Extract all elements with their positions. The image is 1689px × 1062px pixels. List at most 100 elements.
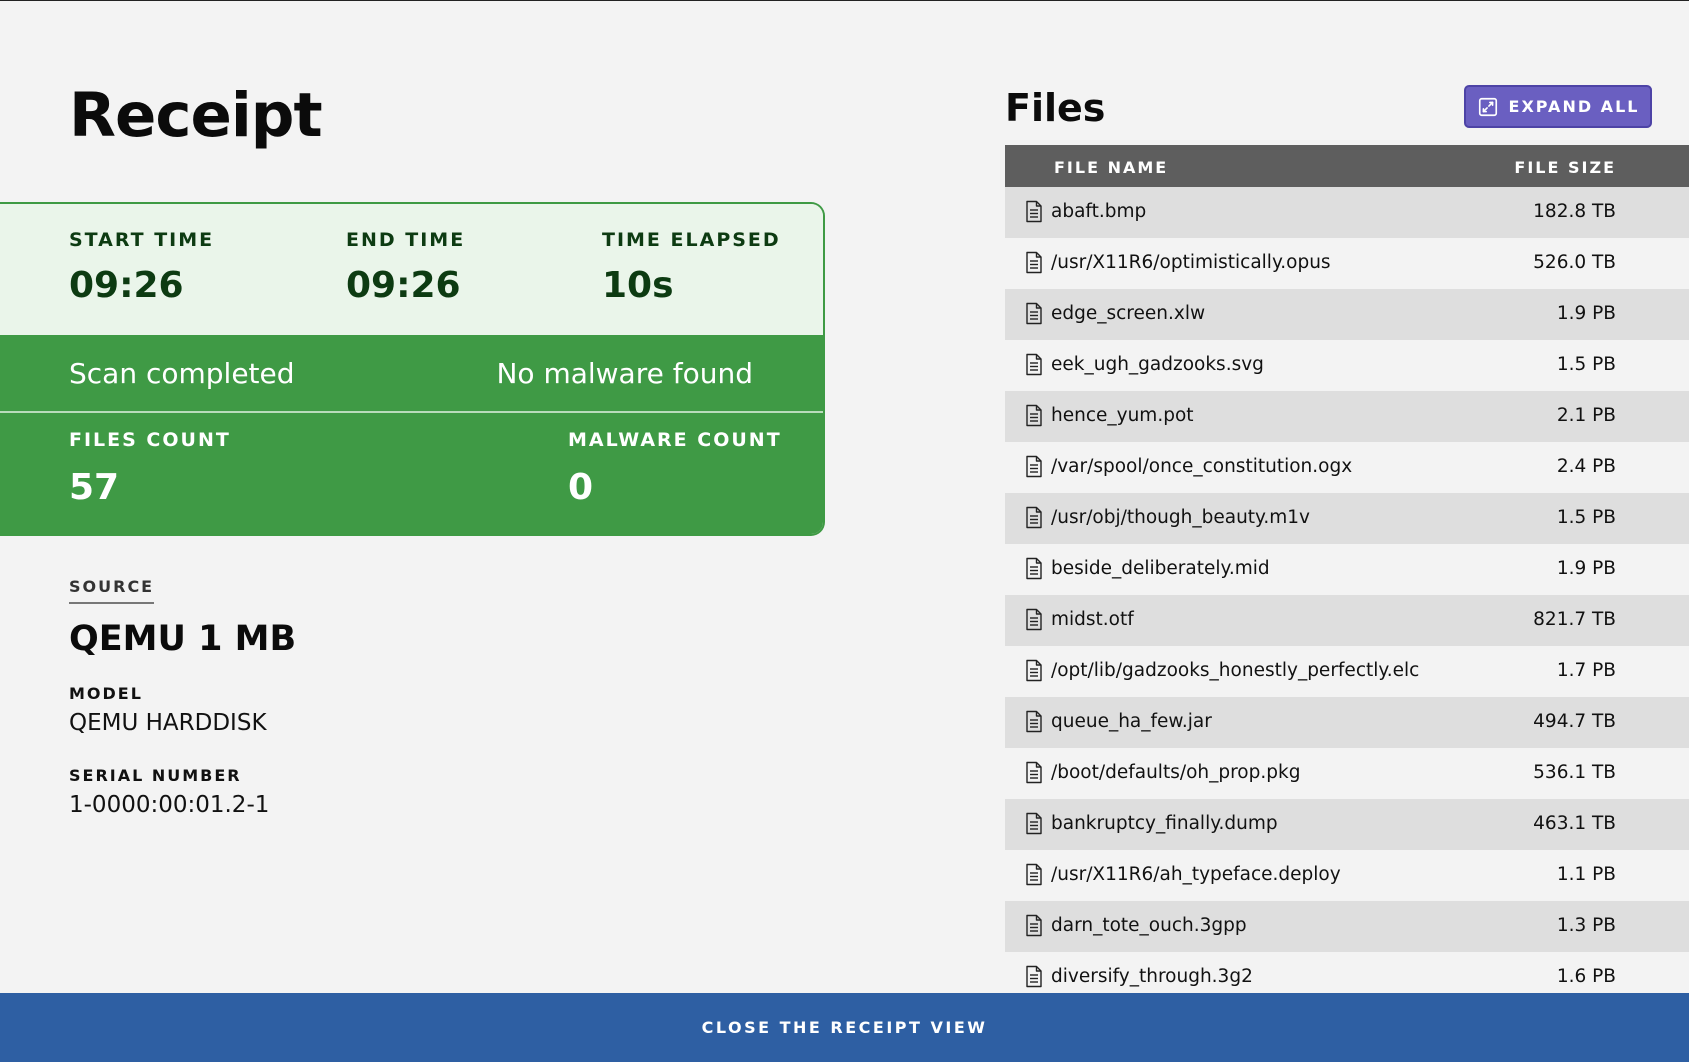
- file-icon: [1026, 812, 1042, 835]
- expand-icon: [1478, 97, 1497, 116]
- file-name: /opt/lib/gadzooks_honestly_perfectly.elc: [1051, 660, 1420, 681]
- files-title: Files: [1005, 86, 1106, 130]
- file-size: 182.8 TB: [1533, 201, 1616, 222]
- table-row[interactable]: edge_screen.xlw 1.9 PB: [1005, 289, 1689, 340]
- source-name: QEMU 1 MB: [69, 619, 297, 659]
- file-name: darn_tote_ouch.3gpp: [1051, 915, 1247, 936]
- malware-count: MALWARE COUNT 0: [568, 429, 782, 508]
- file-size: 536.1 TB: [1533, 762, 1616, 783]
- scan-summary-card: START TIME 09:26 END TIME 09:26 TIME ELA…: [0, 202, 825, 536]
- table-row[interactable]: hence_yum.pot 2.1 PB: [1005, 391, 1689, 442]
- files-table: FILE NAME FILE SIZE abaft.bmp 182.8 TB/us…: [1005, 145, 1689, 1003]
- file-icon: [1026, 608, 1042, 631]
- file-icon: [1026, 761, 1042, 784]
- end-time-label: END TIME: [346, 229, 466, 251]
- file-icon: [1026, 455, 1042, 478]
- end-time: END TIME 09:26: [346, 229, 465, 306]
- file-icon: [1026, 914, 1042, 937]
- file-name: eek_ugh_gadzooks.svg: [1051, 354, 1264, 375]
- table-row[interactable]: /boot/defaults/oh_prop.pkg 536.1 TB: [1005, 748, 1689, 799]
- table-row[interactable]: bankruptcy_finally.dump 463.1 TB: [1005, 799, 1689, 850]
- file-name: abaft.bmp: [1051, 201, 1147, 222]
- file-size: 1.1 PB: [1556, 864, 1616, 885]
- file-name: beside_deliberately.mid: [1051, 558, 1270, 579]
- file-size: 494.7 TB: [1533, 711, 1616, 732]
- close-receipt-button[interactable]: CLOSE THE RECEIPT VIEW: [0, 993, 1689, 1062]
- file-name: /boot/defaults/oh_prop.pkg: [1051, 762, 1301, 783]
- files-count-value: 57: [69, 467, 120, 508]
- table-row[interactable]: queue_ha_few.jar 494.7 TB: [1005, 697, 1689, 748]
- file-name: bankruptcy_finally.dump: [1051, 813, 1278, 834]
- expand-all-label: EXPAND ALL: [1508, 97, 1640, 116]
- file-size: 1.3 PB: [1556, 915, 1616, 936]
- files-count: FILES COUNT 57: [69, 429, 231, 508]
- file-name: /usr/X11R6/optimistically.opus: [1051, 252, 1331, 273]
- end-time-value: 09:26: [346, 265, 461, 306]
- table-row[interactable]: eek_ugh_gadzooks.svg 1.5 PB: [1005, 340, 1689, 391]
- file-icon: [1026, 251, 1042, 274]
- top-border: [0, 0, 1689, 1]
- start-time-value: 09:26: [69, 265, 184, 306]
- table-row[interactable]: /var/spool/once_constitution.ogx 2.4 PB: [1005, 442, 1689, 493]
- status-section: Scan completed No malware found: [0, 335, 823, 411]
- malware-count-value: 0: [568, 467, 594, 508]
- file-name: /usr/obj/though_beauty.m1v: [1051, 507, 1310, 528]
- expand-all-button[interactable]: EXPAND ALL: [1464, 85, 1652, 128]
- file-size: 463.1 TB: [1533, 813, 1616, 834]
- table-row[interactable]: beside_deliberately.mid 1.9 PB: [1005, 544, 1689, 595]
- scan-status: Scan completed: [69, 357, 295, 390]
- table-row[interactable]: abaft.bmp 182.8 TB: [1005, 187, 1689, 238]
- file-name: /usr/X11R6/ah_typeface.deploy: [1051, 864, 1341, 885]
- file-name: diversify_through.3g2: [1051, 966, 1253, 987]
- file-size: 821.7 TB: [1533, 609, 1616, 630]
- time-elapsed: TIME ELAPSED 10s: [602, 229, 781, 306]
- file-size: 1.6 PB: [1556, 966, 1616, 987]
- file-name: hence_yum.pot: [1051, 405, 1194, 426]
- file-icon: [1026, 557, 1042, 580]
- malware-status: No malware found: [496, 357, 753, 390]
- file-size: 1.9 PB: [1556, 558, 1616, 579]
- file-icon: [1026, 353, 1042, 376]
- serial-number-value: 1-0000:00:01.2-1: [69, 792, 270, 818]
- source-label: SOURCE: [69, 577, 155, 604]
- file-name: /var/spool/once_constitution.ogx: [1051, 456, 1353, 477]
- file-icon: [1026, 506, 1042, 529]
- model-label: MODEL: [69, 684, 143, 703]
- table-row[interactable]: /usr/X11R6/ah_typeface.deploy 1.1 PB: [1005, 850, 1689, 901]
- page-title: Receipt: [69, 80, 323, 151]
- start-time: START TIME 09:26: [69, 229, 214, 306]
- file-icon: [1026, 200, 1042, 223]
- files-table-header: FILE NAME FILE SIZE: [1005, 145, 1689, 187]
- files-table-body: abaft.bmp 182.8 TB/usr/X11R6/optimistical…: [1005, 187, 1689, 1003]
- file-icon: [1026, 710, 1042, 733]
- time-elapsed-value: 10s: [602, 265, 674, 306]
- table-row[interactable]: /opt/lib/gadzooks_honestly_perfectly.elc…: [1005, 646, 1689, 697]
- file-size: 1.5 PB: [1556, 507, 1616, 528]
- time-elapsed-label: TIME ELAPSED: [602, 229, 781, 251]
- model-value: QEMU HARDDISK: [69, 710, 267, 736]
- table-row[interactable]: /usr/X11R6/optimistically.opus 526.0 TB: [1005, 238, 1689, 289]
- file-size: 1.9 PB: [1556, 303, 1616, 324]
- file-icon: [1026, 302, 1042, 325]
- file-size: 2.1 PB: [1556, 405, 1616, 426]
- file-icon: [1026, 404, 1042, 427]
- malware-count-label: MALWARE COUNT: [568, 429, 782, 451]
- file-size: 1.7 PB: [1556, 660, 1616, 681]
- file-size: 526.0 TB: [1533, 252, 1616, 273]
- times-section: START TIME 09:26 END TIME 09:26 TIME ELA…: [0, 204, 823, 335]
- file-name: queue_ha_few.jar: [1051, 711, 1212, 732]
- file-size: 2.4 PB: [1556, 456, 1616, 477]
- start-time-label: START TIME: [69, 229, 215, 251]
- column-header-file-size: FILE SIZE: [1514, 158, 1616, 177]
- column-header-file-name: FILE NAME: [1054, 158, 1169, 177]
- file-icon: [1026, 863, 1042, 886]
- table-row[interactable]: /usr/obj/though_beauty.m1v 1.5 PB: [1005, 493, 1689, 544]
- file-icon: [1026, 659, 1042, 682]
- table-row[interactable]: darn_tote_ouch.3gpp 1.3 PB: [1005, 901, 1689, 952]
- table-row[interactable]: midst.otf 821.7 TB: [1005, 595, 1689, 646]
- counts-section: FILES COUNT 57 MALWARE COUNT 0: [0, 413, 823, 534]
- file-name: edge_screen.xlw: [1051, 303, 1206, 324]
- file-size: 1.5 PB: [1556, 354, 1616, 375]
- file-icon: [1026, 965, 1042, 988]
- files-count-label: FILES COUNT: [69, 429, 231, 451]
